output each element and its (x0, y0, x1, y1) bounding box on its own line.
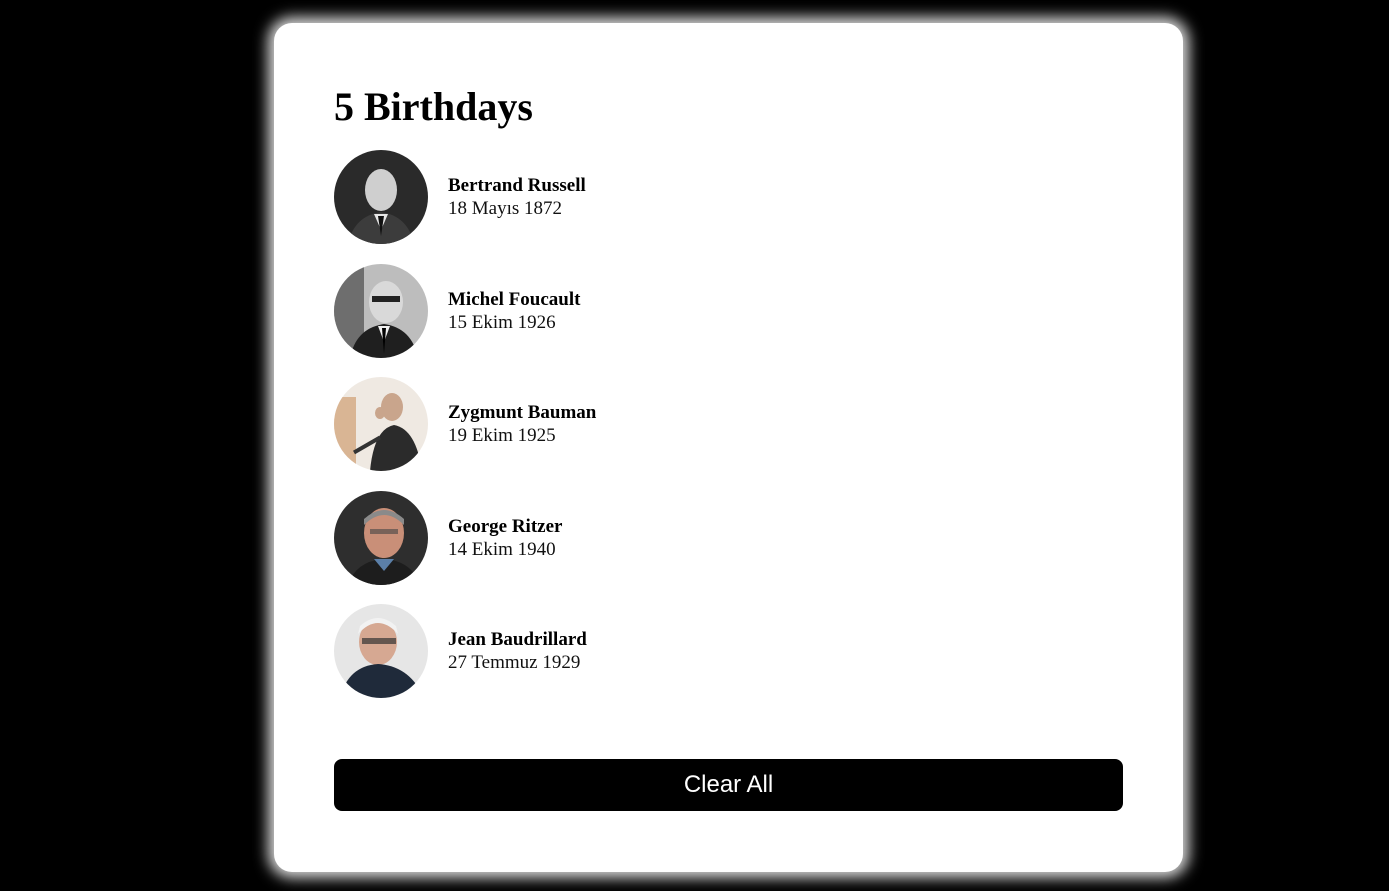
avatar (334, 377, 428, 471)
birthday-list: Bertrand Russell 18 Mayıs 1872 Michel Fo… (334, 150, 1123, 718)
person-birthdate: 27 Temmuz 1929 (448, 652, 581, 673)
person-birthdate: 19 Ekim 1925 (448, 425, 556, 446)
avatar (334, 150, 428, 244)
person-name: Zygmunt Bauman (448, 402, 597, 423)
page-title: 5 Birthdays (334, 85, 533, 129)
birthday-card: 5 Birthdays Bertrand Russell 18 Mayıs 187… (274, 23, 1183, 872)
title-label: Birthdays (364, 84, 533, 129)
person-birthdate: 14 Ekim 1940 (448, 538, 556, 560)
person-name: Bertrand Russell (448, 175, 586, 196)
avatar (334, 604, 428, 698)
person-name: Jean Baudrillard (448, 629, 587, 650)
avatar (334, 263, 428, 358)
list-item: Jean Baudrillard 27 Temmuz 1929 (334, 604, 1123, 698)
list-item: Michel Foucault 15 Ekim 1926 (334, 263, 1123, 358)
avatar (334, 490, 428, 585)
list-item: George Ritzer 14 Ekim 1940 (334, 490, 1123, 585)
person-birthdate: 15 Ekim 1926 (448, 311, 556, 333)
person-name: George Ritzer (448, 515, 563, 537)
person-birthdate: 18 Mayıs 1872 (448, 198, 562, 219)
list-item: Bertrand Russell 18 Mayıs 1872 (334, 150, 1123, 244)
list-item: Zygmunt Bauman 19 Ekim 1925 (334, 377, 1123, 471)
clear-all-button[interactable]: Clear All (334, 759, 1123, 811)
birthday-count: 5 (334, 84, 354, 129)
person-name: Michel Foucault (448, 288, 581, 310)
